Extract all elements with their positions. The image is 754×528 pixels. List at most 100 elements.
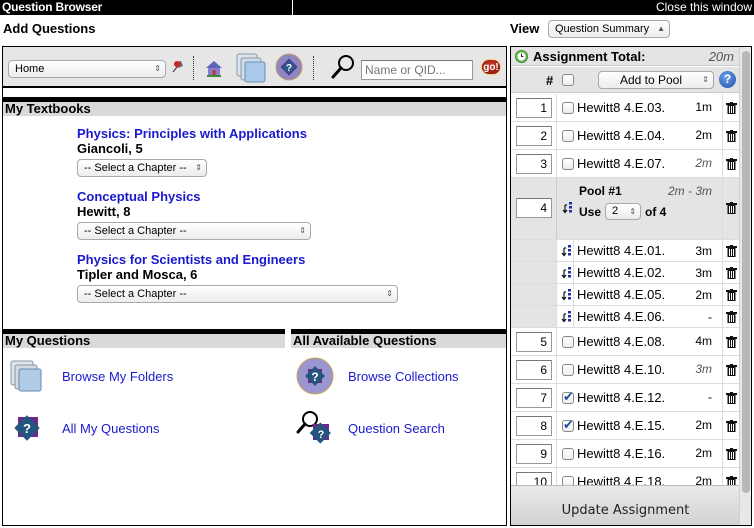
order-cell: 8 xyxy=(511,412,557,439)
magnifier-icon[interactable] xyxy=(331,54,355,80)
trash-icon[interactable] xyxy=(726,102,737,114)
question-checkbox[interactable] xyxy=(562,158,574,170)
select-all-checkbox[interactable] xyxy=(562,74,574,86)
assignment-scrollbar[interactable] xyxy=(739,47,751,525)
location-select-value: Home xyxy=(15,63,45,75)
assignment-total-header: Assignment Total: 20m xyxy=(511,47,740,66)
trash-icon[interactable] xyxy=(726,245,737,257)
textbook-title-link[interactable]: Physics for Scientists and Engineers xyxy=(77,252,398,267)
question-diamond-icon: ? xyxy=(14,415,40,441)
order-input[interactable]: 4 xyxy=(516,198,552,218)
pool-title: Pool #1 xyxy=(579,184,622,198)
question-time: 3m xyxy=(695,362,712,376)
question-name[interactable]: Hewitt8 4.E.05. xyxy=(577,287,665,302)
pool-indicator-icon xyxy=(561,311,571,323)
trash-icon[interactable] xyxy=(726,202,737,214)
trash-icon[interactable] xyxy=(726,130,737,142)
go-button[interactable]: go! xyxy=(481,59,501,75)
home-icon[interactable] xyxy=(205,59,223,77)
magnifier-question-icon: ? xyxy=(296,411,331,444)
select-arrows-icon: ⇕ xyxy=(195,163,202,172)
order-cell: 4 xyxy=(511,178,557,239)
location-select[interactable]: Home ⇕ xyxy=(8,60,166,78)
chapter-select-value: -- Select a Chapter -- xyxy=(84,225,187,237)
question-browser-window: Question Browser Close this window Add Q… xyxy=(0,0,754,528)
chapter-select[interactable]: -- Select a Chapter -- ⇕ xyxy=(77,222,311,240)
pool-row: 4 Pool #1 Use 2 ⇕ of 4 2m - 3m xyxy=(511,178,740,240)
question-checkbox[interactable] xyxy=(562,102,574,114)
help-icon[interactable]: ? xyxy=(719,71,736,88)
order-input[interactable]: 1 xyxy=(516,98,552,118)
select-arrows-icon: ⇕ xyxy=(629,207,637,216)
trash-icon[interactable] xyxy=(726,420,737,432)
browse-collections-row[interactable]: ? Browse Collections xyxy=(295,356,459,396)
question-search-link[interactable]: Question Search xyxy=(348,421,445,436)
question-checkbox[interactable] xyxy=(562,448,574,460)
order-input[interactable]: 8 xyxy=(516,416,552,436)
question-name[interactable]: Hewitt8 4.E.12. xyxy=(577,390,665,405)
question-name[interactable]: Hewitt8 4.E.01. xyxy=(577,243,665,258)
question-time: - xyxy=(708,310,712,324)
order-cell: 1 xyxy=(511,94,557,121)
question-checkbox[interactable] xyxy=(562,336,574,348)
question-time: 2m xyxy=(695,288,712,302)
browse-my-folders-link[interactable]: Browse My Folders xyxy=(62,369,173,384)
question-name[interactable]: Hewitt8 4.E.16. xyxy=(577,446,665,461)
scrollbar-thumb[interactable] xyxy=(742,51,750,493)
question-name[interactable]: Hewitt8 4.E.03. xyxy=(577,100,665,115)
question-time: 3m xyxy=(695,244,712,258)
pool-use-select[interactable]: 2 ⇕ xyxy=(605,203,642,220)
trash-icon[interactable] xyxy=(726,267,737,279)
order-input[interactable]: 9 xyxy=(516,444,552,464)
order-input[interactable]: 5 xyxy=(516,332,552,352)
title-divider xyxy=(292,0,293,15)
close-window-link[interactable]: Close this window xyxy=(656,0,752,15)
add-to-pool-select[interactable]: Add to Pool ⇕ xyxy=(598,71,714,89)
order-input[interactable]: 7 xyxy=(516,388,552,408)
order-cell: 2 xyxy=(511,122,557,149)
textbook-title-link[interactable]: Conceptual Physics xyxy=(77,189,311,204)
pin-icon[interactable] xyxy=(171,59,185,73)
textbook-entry: Physics: Principles with Applications Gi… xyxy=(77,126,307,177)
folders-icon[interactable] xyxy=(235,51,267,83)
trash-icon[interactable] xyxy=(726,392,737,404)
svg-text:?: ? xyxy=(286,63,292,74)
order-input[interactable]: 3 xyxy=(516,154,552,174)
search-input[interactable] xyxy=(361,60,473,80)
trash-icon[interactable] xyxy=(726,336,737,348)
browse-my-folders-row[interactable]: Browse My Folders xyxy=(7,356,173,396)
chapter-select[interactable]: -- Select a Chapter -- ⇕ xyxy=(77,285,398,303)
question-checkbox[interactable] xyxy=(562,364,574,376)
question-checkbox[interactable] xyxy=(562,130,574,142)
textbook-title-link[interactable]: Physics: Principles with Applications xyxy=(77,126,307,141)
question-checkbox[interactable] xyxy=(562,389,574,405)
pool-item-row: Hewitt8 4.E.01. 3m xyxy=(511,240,740,262)
view-select[interactable]: Question Summary ▲ xyxy=(548,20,670,38)
chapter-select[interactable]: -- Select a Chapter -- ⇕ xyxy=(77,159,207,177)
browse-collections-link[interactable]: Browse Collections xyxy=(348,369,459,384)
question-name[interactable]: Hewitt8 4.E.02. xyxy=(577,265,665,280)
question-name[interactable]: Hewitt8 4.E.04. xyxy=(577,128,665,143)
trash-icon[interactable] xyxy=(726,289,737,301)
question-search-row[interactable]: ? Question Search xyxy=(295,408,445,448)
all-my-questions-link[interactable]: All My Questions xyxy=(62,421,160,436)
trash-icon[interactable] xyxy=(726,311,737,323)
order-input[interactable]: 6 xyxy=(516,360,552,380)
update-assignment-button[interactable]: Update Assignment xyxy=(511,485,740,525)
question-name[interactable]: Hewitt8 4.E.10. xyxy=(577,362,665,377)
collections-globe-icon[interactable]: ? xyxy=(275,53,303,81)
question-name[interactable]: Hewitt8 4.E.07. xyxy=(577,156,665,171)
question-name[interactable]: Hewitt8 4.E.15. xyxy=(577,418,665,433)
question-checkbox[interactable] xyxy=(562,417,574,433)
trash-icon[interactable] xyxy=(726,448,737,460)
pool-indicator-icon xyxy=(561,289,571,301)
question-name[interactable]: Hewitt8 4.E.08. xyxy=(577,334,665,349)
trash-icon[interactable] xyxy=(726,364,737,376)
my-textbooks-header: My Textbooks xyxy=(3,97,506,116)
assignment-row: 3 Hewitt8 4.E.07. 2m xyxy=(511,150,740,178)
trash-icon[interactable] xyxy=(726,158,737,170)
all-my-questions-row[interactable]: ? All My Questions xyxy=(7,408,160,448)
question-name[interactable]: Hewitt8 4.E.06. xyxy=(577,309,665,324)
order-input[interactable]: 2 xyxy=(516,126,552,146)
assignment-row: 2 Hewitt8 4.E.04. 2m xyxy=(511,122,740,150)
